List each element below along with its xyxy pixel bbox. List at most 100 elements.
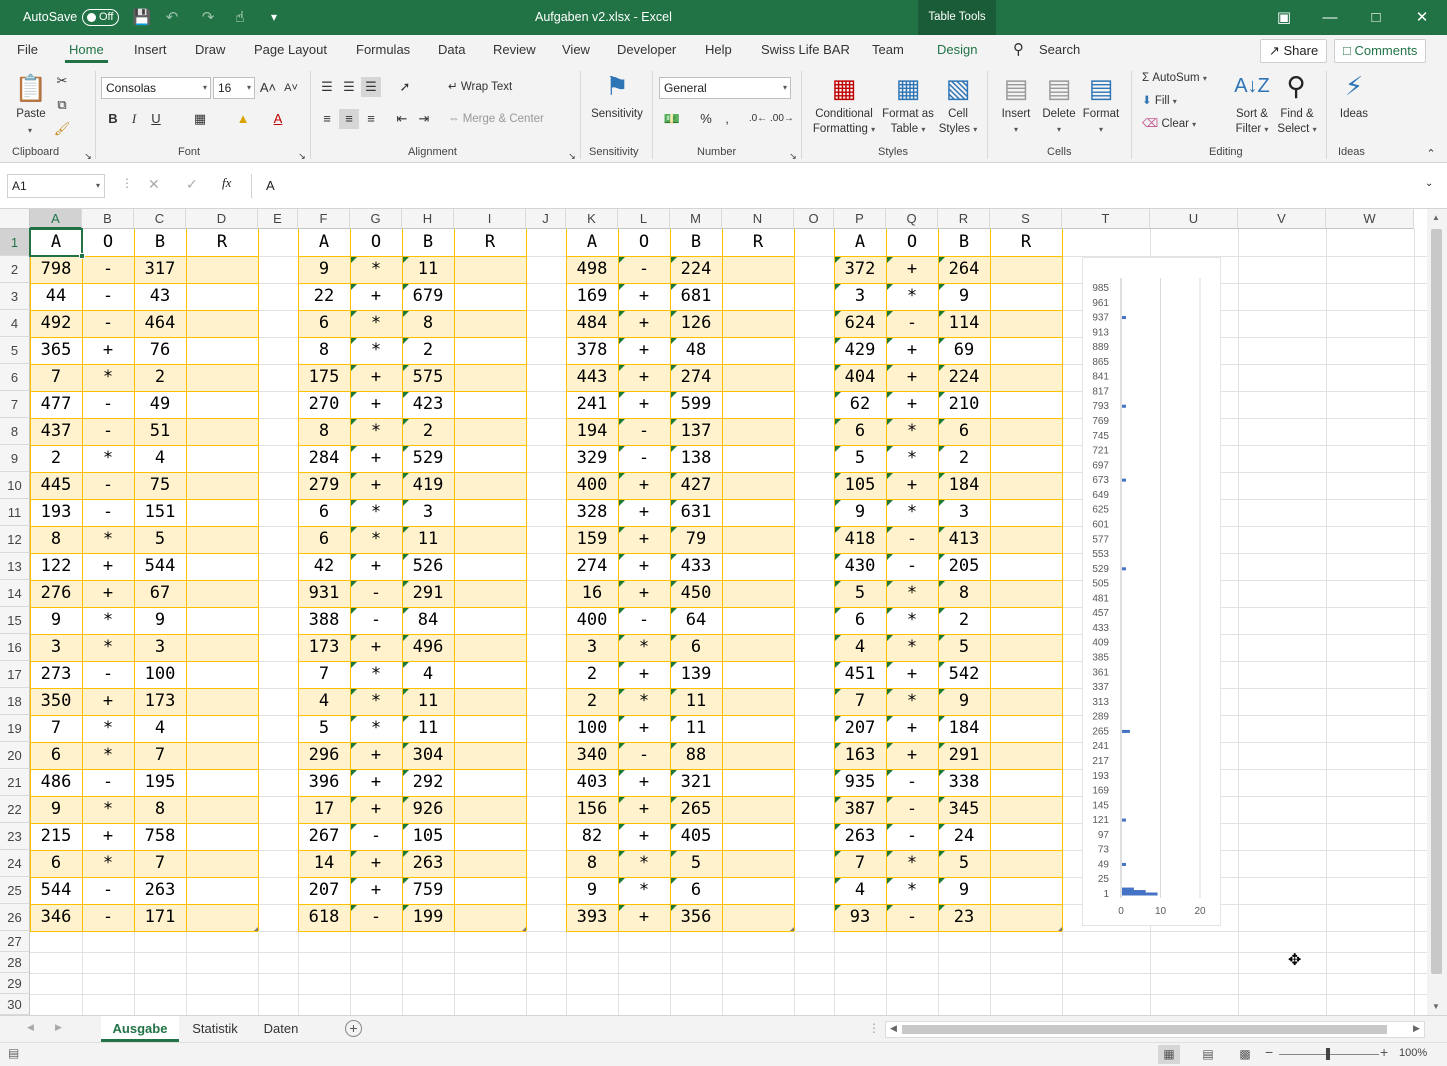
table-cell[interactable]: 67 — [134, 580, 186, 607]
table-cell[interactable]: 396 — [298, 769, 350, 796]
table-cell[interactable]: * — [886, 850, 938, 877]
table-cell[interactable]: 496 — [402, 634, 454, 661]
increase-indent-icon[interactable]: ⇥ — [414, 109, 434, 129]
table-cell[interactable]: 631 — [670, 499, 722, 526]
table-cell[interactable]: * — [886, 283, 938, 310]
table-cell[interactable]: + — [350, 850, 402, 877]
table-cell[interactable]: 126 — [670, 310, 722, 337]
table-cell[interactable]: * — [618, 688, 670, 715]
format-cells-button[interactable]: Format ▾ — [1079, 107, 1123, 137]
minimize-icon[interactable]: — — [1318, 0, 1342, 35]
table-cell[interactable]: - — [886, 769, 938, 796]
table-cell[interactable]: 175 — [298, 364, 350, 391]
zoom-slider-thumb[interactable] — [1326, 1048, 1330, 1060]
format-as-table-button[interactable]: Format as Table ▾ — [878, 107, 938, 137]
table-cell[interactable]: 9 — [938, 688, 990, 715]
vertical-scrollbar[interactable]: ▲ ▼ — [1427, 209, 1447, 1015]
row-header[interactable]: 24 — [0, 850, 30, 877]
table-cell[interactable]: 48 — [670, 337, 722, 364]
table-cell[interactable]: 6 — [298, 526, 350, 553]
table-cell[interactable]: + — [350, 796, 402, 823]
table-cell[interactable]: 210 — [938, 391, 990, 418]
table-cell[interactable]: 105 — [834, 472, 886, 499]
row-header[interactable]: 25 — [0, 877, 30, 904]
page-layout-view-icon[interactable]: ▤ — [1197, 1045, 1219, 1064]
table-cell[interactable]: - — [82, 904, 134, 931]
table-header-cell[interactable]: R — [722, 229, 794, 256]
table-cell[interactable]: + — [350, 391, 402, 418]
align-middle-icon[interactable]: ☰ — [339, 77, 359, 97]
table-cell[interactable]: - — [82, 499, 134, 526]
table-cell[interactable]: 5 — [298, 715, 350, 742]
cancel-entry-icon[interactable]: ✕ — [148, 176, 160, 193]
name-box[interactable]: A1 ▾ — [7, 174, 105, 198]
table-cell[interactable]: 273 — [30, 661, 82, 688]
table-cell[interactable]: 114 — [938, 310, 990, 337]
table-header-cell[interactable]: B — [938, 229, 990, 256]
row-header[interactable]: 3 — [0, 283, 30, 310]
table-cell[interactable]: 184 — [938, 715, 990, 742]
merge-center-button[interactable]: ⇔ Merge & Center — [448, 112, 544, 127]
table-cell[interactable]: + — [350, 742, 402, 769]
table-header-cell[interactable]: O — [350, 229, 402, 256]
table-cell[interactable]: * — [350, 310, 402, 337]
table-cell[interactable]: 317 — [134, 256, 186, 283]
table-cell[interactable]: - — [886, 310, 938, 337]
sort-filter-button[interactable]: Sort & Filter ▾ — [1229, 107, 1275, 137]
table-cell[interactable]: 393 — [566, 904, 618, 931]
column-header[interactable]: L — [618, 209, 670, 229]
table-cell[interactable]: * — [618, 877, 670, 904]
table-cell[interactable]: 11 — [402, 256, 454, 283]
table-cell[interactable]: - — [350, 607, 402, 634]
column-header[interactable]: M — [670, 209, 722, 229]
table-cell[interactable]: * — [350, 661, 402, 688]
table-cell[interactable]: + — [350, 472, 402, 499]
table-cell[interactable]: 3 — [402, 499, 454, 526]
table-cell[interactable]: 679 — [402, 283, 454, 310]
histogram-chart[interactable]: 0 10 20 985 961 937 913 889 865 841 817 793 769 745 72… — [1082, 257, 1221, 926]
table-cell[interactable]: - — [82, 391, 134, 418]
table-cell[interactable]: + — [350, 283, 402, 310]
table-cell[interactable]: + — [886, 337, 938, 364]
percent-icon[interactable]: % — [696, 109, 716, 129]
table-cell[interactable]: 14 — [298, 850, 350, 877]
column-header[interactable]: H — [402, 209, 454, 229]
row-header[interactable]: 23 — [0, 823, 30, 850]
table-cell[interactable]: + — [350, 553, 402, 580]
row-header[interactable]: 7 — [0, 391, 30, 418]
insert-function-icon[interactable]: fx — [222, 175, 231, 191]
table-cell[interactable]: 199 — [402, 904, 454, 931]
comma-style-icon[interactable]: , — [717, 109, 737, 129]
table-cell[interactable]: 51 — [134, 418, 186, 445]
page-break-view-icon[interactable]: ▩ — [1234, 1045, 1256, 1064]
column-header[interactable]: E — [258, 209, 298, 229]
table-cell[interactable]: 419 — [402, 472, 454, 499]
table-cell[interactable]: 3 — [134, 634, 186, 661]
macro-record-icon[interactable]: ▤ — [8, 1046, 19, 1060]
collapse-ribbon-icon[interactable]: ⌃ — [1421, 144, 1441, 164]
table-cell[interactable]: * — [886, 688, 938, 715]
table-cell[interactable]: - — [886, 904, 938, 931]
table-cell[interactable]: 400 — [566, 472, 618, 499]
column-header[interactable]: O — [794, 209, 834, 229]
row-header[interactable]: 19 — [0, 715, 30, 742]
table-cell[interactable]: 492 — [30, 310, 82, 337]
table-cell[interactable]: 542 — [938, 661, 990, 688]
table-cell[interactable]: * — [886, 607, 938, 634]
table-cell[interactable]: 2 — [402, 337, 454, 364]
table-cell[interactable]: 3 — [566, 634, 618, 661]
table-cell[interactable]: 79 — [670, 526, 722, 553]
table-cell[interactable]: 169 — [566, 283, 618, 310]
table-cell[interactable]: + — [886, 661, 938, 688]
table-cell[interactable]: 356 — [670, 904, 722, 931]
table-cell[interactable]: 427 — [670, 472, 722, 499]
table-cell[interactable]: 291 — [402, 580, 454, 607]
tab-draw[interactable]: Draw — [195, 35, 225, 65]
table-cell[interactable]: 7 — [30, 364, 82, 391]
table-cell[interactable]: - — [618, 742, 670, 769]
table-cell[interactable]: 8 — [566, 850, 618, 877]
row-header[interactable]: 4 — [0, 310, 30, 337]
table-cell[interactable]: 6 — [298, 499, 350, 526]
table-cell[interactable]: 4 — [834, 877, 886, 904]
table-cell[interactable]: * — [350, 337, 402, 364]
